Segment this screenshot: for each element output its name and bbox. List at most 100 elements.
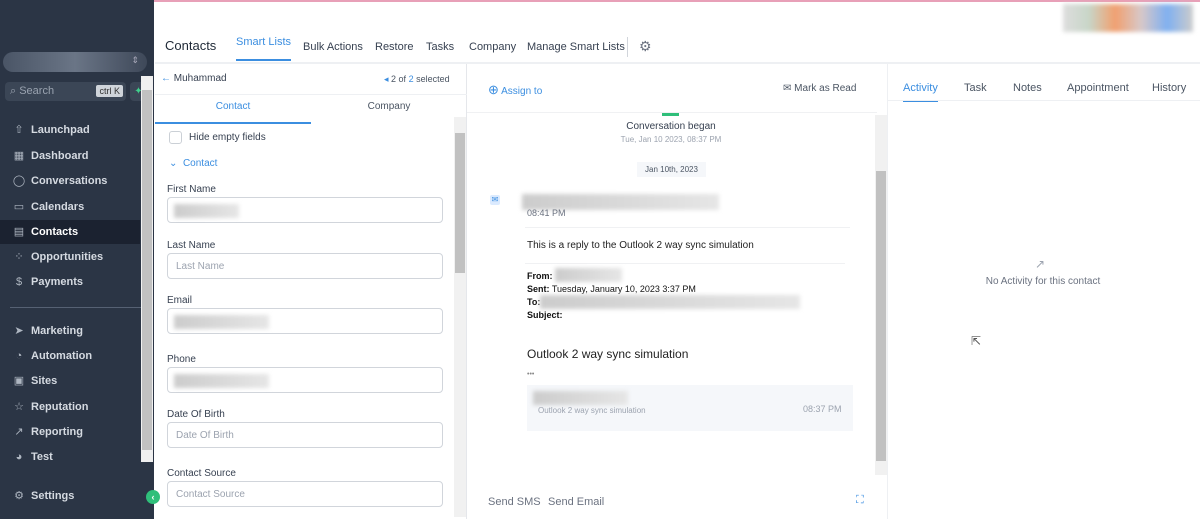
account-switcher[interactable]: ⇕ xyxy=(3,52,147,72)
from-label: From: xyxy=(527,271,553,281)
sidebar: ⇕ ⌕ Search ctrl K ✦ ⇧ Launchpad ▦ Dashboard ◯… xyxy=(0,0,154,519)
divider xyxy=(525,263,845,264)
date-of-birth-input[interactable]: Date Of Birth xyxy=(167,422,443,448)
send-icon: ➤ xyxy=(14,325,24,337)
sites-icon: ▣ xyxy=(13,375,25,387)
quote-text: Outlook 2 way sync simulation xyxy=(538,406,646,415)
trend-icon: ↗ xyxy=(14,426,24,438)
header-divider xyxy=(627,37,628,57)
tab-task[interactable]: Task xyxy=(964,82,987,94)
green-marker xyxy=(662,113,679,116)
tab-manage-smart-lists[interactable]: Manage Smart Lists xyxy=(527,41,625,53)
scrollbar-thumb[interactable] xyxy=(876,171,886,461)
message-heading: Outlook 2 way sync simulation xyxy=(527,347,689,361)
field-label: First Name xyxy=(167,184,216,195)
field-label: Date Of Birth xyxy=(167,409,225,420)
tab-contact[interactable]: Contact xyxy=(155,95,311,124)
tab-notes[interactable]: Notes xyxy=(1013,82,1042,94)
sidebar-item-dashboard[interactable]: ▦ Dashboard xyxy=(0,144,140,168)
expand-icon[interactable]: ⛶ xyxy=(856,494,864,507)
sidebar-item-test[interactable]: ◕ Test xyxy=(0,445,140,469)
back-button[interactable]: ← Muhammad xyxy=(161,73,227,84)
tab-tasks[interactable]: Tasks xyxy=(426,41,454,53)
message-body: This is a reply to the Outlook 2 way syn… xyxy=(527,240,754,251)
divider xyxy=(525,227,850,228)
automation-icon: ◔ xyxy=(15,350,23,362)
chat-icon: ◯ xyxy=(12,175,26,187)
form-scrollbar[interactable] xyxy=(454,117,466,517)
field-label: Last Name xyxy=(167,240,216,251)
show-more-ellipsis[interactable]: ••• xyxy=(527,371,534,378)
tab-activity[interactable]: Activity xyxy=(903,82,938,102)
contact-details-panel: ← Muhammad ◂ 2 of 2 selected Contact Com… xyxy=(155,64,467,519)
conversation-began: Conversation began xyxy=(626,121,716,132)
sidebar-item-reputation[interactable]: ☆ Reputation xyxy=(0,395,140,419)
quote-sender-blurred xyxy=(533,391,628,405)
contacts-icon: ▤ xyxy=(13,226,25,238)
tab-appointment[interactable]: Appointment xyxy=(1067,82,1129,94)
search-input[interactable]: ⌕ Search ctrl K xyxy=(5,82,126,101)
tab-company[interactable]: Company xyxy=(469,41,516,53)
contact-source-input[interactable]: Contact Source xyxy=(167,481,443,507)
gear-icon[interactable]: ⚙ xyxy=(639,38,652,55)
page-title: Contacts xyxy=(165,38,217,53)
email-input[interactable] xyxy=(167,308,443,334)
sidebar-item-conversations[interactable]: ◯ Conversations xyxy=(0,169,140,193)
conversation-panel: ⊕ Assign to ✉ Mark as Read Conversation … xyxy=(467,64,887,519)
last-name-input[interactable]: Last Name xyxy=(167,253,443,279)
subject-label: Subject: xyxy=(527,310,563,320)
pager: ◂ 2 of 2 selected xyxy=(384,74,450,84)
tab-restore[interactable]: Restore xyxy=(375,41,414,53)
tab-company-details[interactable]: Company xyxy=(311,95,467,124)
scrollbar-thumb[interactable] xyxy=(142,90,152,450)
chevron-updown-icon: ⇕ xyxy=(131,55,139,65)
payments-icon: $ xyxy=(15,276,23,288)
mark-as-read-button[interactable]: ✉ Mark as Read xyxy=(783,83,856,94)
blurred-value xyxy=(174,374,269,388)
tab-bulk-actions[interactable]: Bulk Actions xyxy=(303,41,363,53)
send-email-tab[interactable]: Send Email xyxy=(548,496,604,508)
search-icon: ⌕ xyxy=(10,85,20,97)
conversation-scrollbar[interactable] xyxy=(875,115,887,475)
phone-input[interactable] xyxy=(167,367,443,393)
send-sms-tab[interactable]: Send SMS xyxy=(488,496,541,508)
gear-icon: ⚙ xyxy=(14,490,24,502)
blurred-value xyxy=(174,315,269,329)
sidebar-item-sites[interactable]: ▣ Sites xyxy=(0,369,140,393)
sidebar-item-automation[interactable]: ◔ Automation xyxy=(0,344,140,368)
sidebar-item-settings[interactable]: ⚙ Settings xyxy=(0,484,140,508)
grid-icon: ▦ xyxy=(13,150,25,162)
scrollbar-thumb[interactable] xyxy=(455,133,465,273)
chevron-down-icon: ⌄ xyxy=(169,158,181,169)
sidebar-item-launchpad[interactable]: ⇧ Launchpad xyxy=(0,118,140,142)
section-contact-toggle[interactable]: ⌄ Contact xyxy=(169,158,217,169)
sidebar-item-reporting[interactable]: ↗ Reporting xyxy=(0,420,140,444)
from-blurred xyxy=(555,268,622,282)
tab-smart-lists[interactable]: Smart Lists xyxy=(236,36,292,61)
conversation-began-time: Tue, Jan 10 2023, 08:37 PM xyxy=(620,135,722,144)
user-avatar-blurred[interactable] xyxy=(1063,4,1193,32)
sent-line: Sent: Tuesday, January 10, 2023 3:37 PM xyxy=(527,284,696,294)
opportunities-icon: ⁘ xyxy=(14,251,24,263)
sidebar-item-calendars[interactable]: ▭ Calendars xyxy=(0,195,140,219)
quote-time: 08:37 PM xyxy=(803,404,842,414)
sidebar-divider xyxy=(10,307,142,308)
first-name-input[interactable] xyxy=(167,197,443,223)
hide-empty-checkbox[interactable] xyxy=(169,131,182,144)
sidebar-item-marketing[interactable]: ➤ Marketing xyxy=(0,319,140,343)
to-blurred xyxy=(540,295,800,309)
shortcut-badge: ctrl K xyxy=(96,85,123,97)
calendar-icon: ▭ xyxy=(13,201,25,213)
assign-to-button[interactable]: ⊕ Assign to xyxy=(488,82,542,98)
sidebar-item-contacts[interactable]: ▤ Contacts xyxy=(0,220,140,244)
contact-panel-scrollbar[interactable] xyxy=(141,76,153,462)
sidebar-item-opportunities[interactable]: ⁘ Opportunities xyxy=(0,245,140,269)
chart-icon: ↗ xyxy=(1035,257,1046,271)
tab-history[interactable]: History xyxy=(1152,82,1186,94)
sidebar-item-payments[interactable]: $ Payments xyxy=(0,270,140,294)
plus-circle-icon: ⊕ xyxy=(488,82,499,97)
quoted-message: Outlook 2 way sync simulation 08:37 PM xyxy=(527,385,853,431)
to-label: To: xyxy=(527,297,541,307)
hide-empty-label: Hide empty fields xyxy=(189,132,266,143)
prev-icon[interactable]: ◂ xyxy=(384,74,391,84)
